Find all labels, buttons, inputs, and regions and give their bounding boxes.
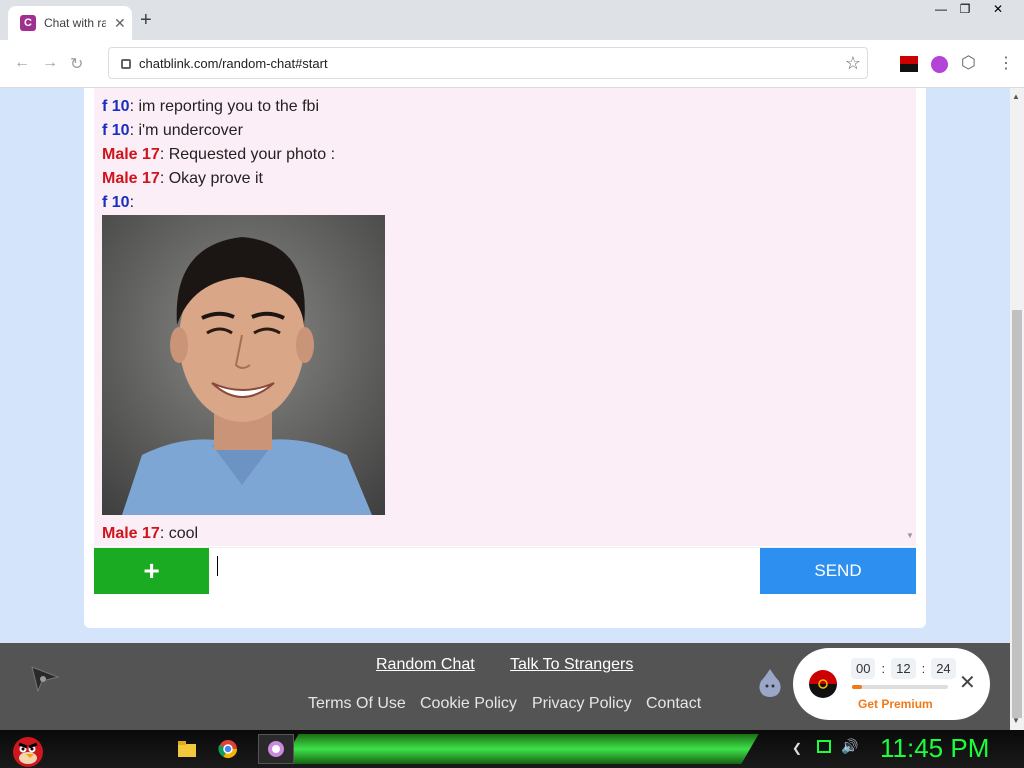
scrollbar-thumb[interactable] — [1012, 310, 1022, 718]
chat-message: Male 17: Requested your photo : — [102, 146, 335, 164]
url-text: chatblink.com/random-chat#start — [139, 55, 328, 71]
menu-kebab-icon[interactable]: ⋮ — [998, 53, 1016, 72]
chat-message: Male 17: cool — [102, 525, 198, 543]
scroll-down-icon[interactable]: ▼ — [1012, 716, 1020, 725]
taskbar-clock[interactable]: 11:45 PM — [880, 733, 989, 764]
sender-name: Male 17 — [102, 170, 160, 187]
page-background: f 10: im reporting you to the fbi f 10: … — [0, 88, 1010, 643]
puzzle-extensions-icon[interactable]: ⬡ — [961, 53, 979, 72]
timer-separator: : — [921, 661, 926, 676]
chat-log: f 10: im reporting you to the fbi f 10: … — [94, 88, 916, 546]
chrome-icon[interactable] — [215, 736, 241, 762]
address-bar[interactable]: chatblink.com/random-chat#start ☆ — [108, 47, 868, 79]
message-text: : cool — [159, 525, 199, 542]
tab-close-icon[interactable]: ✕ — [114, 15, 126, 32]
message-text: : im reporting you to the fbi — [129, 98, 320, 115]
browser-toolbar: ← → ↻ chatblink.com/random-chat#start ☆ … — [0, 40, 1024, 88]
angola-flag-icon — [809, 670, 837, 698]
sender-name: f 10 — [102, 122, 130, 139]
timer-separator: : — [881, 661, 886, 676]
timer-progress-fill — [852, 685, 862, 689]
angry-bird-start-icon[interactable] — [6, 730, 48, 768]
message-text: : i'm undercover — [129, 122, 243, 139]
sender-name: f 10 — [102, 194, 130, 211]
text-caret — [217, 556, 218, 576]
scroll-up-icon[interactable]: ▲ — [1012, 92, 1020, 101]
sender-name: Male 17 — [102, 525, 160, 542]
restore-button[interactable]: ❐ — [950, 0, 980, 18]
timer-progress-bar — [852, 685, 948, 689]
angola-flag-extension-icon[interactable] — [900, 56, 918, 72]
chat-message: Male 17: Okay prove it — [102, 170, 263, 188]
lock-icon — [121, 59, 131, 69]
taskbar-green-strip — [281, 734, 759, 764]
active-app-icon[interactable] — [258, 734, 294, 764]
session-timer: 00 : 12 : 24 — [851, 658, 956, 679]
page-scrollbar[interactable]: ▲ ▼ — [1010, 88, 1024, 730]
shared-photo[interactable] — [102, 215, 385, 515]
file-explorer-icon[interactable] — [174, 736, 200, 762]
privacy-policy-link[interactable]: Privacy Policy — [532, 695, 632, 713]
window-close-button[interactable]: ✕ — [980, 0, 1016, 18]
send-button[interactable]: SEND — [760, 548, 916, 594]
reload-icon[interactable]: ↻ — [70, 54, 83, 74]
back-arrow-icon[interactable]: ← — [14, 54, 30, 72]
contact-link[interactable]: Contact — [646, 695, 701, 713]
flame-mascot-icon — [759, 669, 781, 697]
portrait-photo-image — [102, 215, 385, 515]
volume-tray-icon[interactable]: 🔊 — [841, 738, 858, 755]
terms-link[interactable]: Terms Of Use — [308, 695, 406, 713]
chat-message: f 10: — [102, 194, 134, 212]
site-footer: Random Chat Talk To Strangers Terms Of U… — [0, 643, 1010, 730]
forward-arrow-icon[interactable]: → — [42, 54, 58, 72]
paper-plane-icon — [31, 666, 60, 693]
os-taskbar: ❮ 🔊 11:45 PM — [0, 730, 1024, 768]
talk-to-strangers-link[interactable]: Talk To Strangers — [510, 656, 633, 674]
widget-close-icon[interactable]: ✕ — [959, 670, 976, 695]
chat-scroll-down-icon[interactable]: ▼ — [906, 531, 914, 540]
message-text: : — [129, 194, 135, 211]
premium-timer-widget: 00 : 12 : 24 Get Premium ✕ — [793, 648, 990, 720]
network-tray-icon[interactable] — [817, 740, 831, 753]
message-text: : Okay prove it — [159, 170, 263, 187]
timer-hours: 00 — [851, 658, 876, 679]
add-media-button[interactable]: + — [94, 548, 209, 594]
browser-titlebar: C Chat with ra ✕ + — ❐ ✕ — [0, 0, 1024, 40]
cookie-policy-link[interactable]: Cookie Policy — [420, 695, 517, 713]
new-tab-button[interactable]: + — [140, 9, 152, 32]
chat-input-bar: + SEND — [94, 547, 916, 594]
browser-tab[interactable]: C Chat with ra ✕ — [8, 6, 132, 40]
site-favicon-icon: C — [20, 15, 36, 31]
chat-message: f 10: im reporting you to the fbi — [102, 98, 319, 116]
tray-expand-icon[interactable]: ❮ — [792, 741, 802, 755]
message-input[interactable] — [209, 548, 760, 594]
s-extension-icon[interactable] — [931, 56, 948, 73]
timer-minutes: 12 — [891, 658, 916, 679]
sender-name: f 10 — [102, 98, 130, 115]
chat-message: f 10: i'm undercover — [102, 122, 243, 140]
get-premium-link[interactable]: Get Premium — [858, 697, 933, 711]
random-chat-link[interactable]: Random Chat — [376, 656, 475, 674]
message-text: : Requested your photo : — [159, 146, 336, 163]
bookmark-star-icon[interactable]: ☆ — [845, 53, 861, 74]
sender-name: Male 17 — [102, 146, 160, 163]
timer-seconds: 24 — [931, 658, 956, 679]
tab-title: Chat with ra — [44, 16, 106, 30]
